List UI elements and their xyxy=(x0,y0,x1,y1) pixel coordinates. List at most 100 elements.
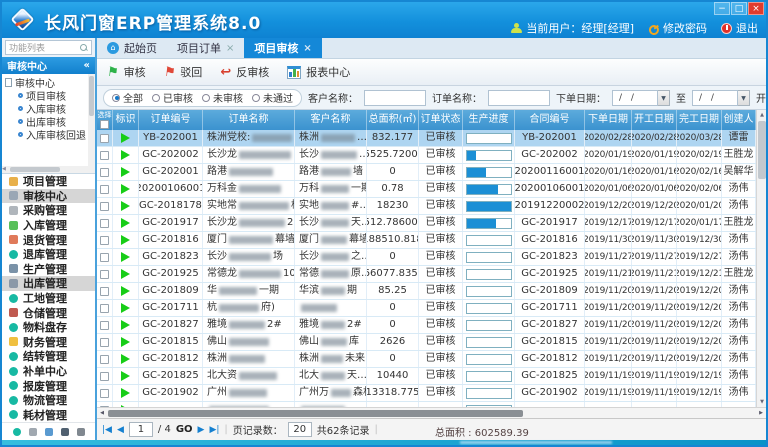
row-checkbox[interactable] xyxy=(100,253,109,262)
tab-home[interactable]: ⌂起始页 xyxy=(97,38,167,58)
logout-button[interactable]: 退出 xyxy=(721,20,758,36)
row-checkbox[interactable] xyxy=(100,372,109,381)
sidebar-module-1[interactable]: 审核中心 xyxy=(2,189,95,204)
row-checkbox[interactable] xyxy=(100,287,109,296)
first-page-button[interactable]: |◀ xyxy=(102,425,112,435)
reject-button[interactable]: ⚑驳回 xyxy=(164,64,203,80)
sidebar-module-16[interactable]: 耗材管理 xyxy=(2,408,95,423)
sidebar-module-6[interactable]: 生产管理 xyxy=(2,262,95,277)
table-row[interactable]: GC-201711杭府)0已审核GC-2017112019/11/202019/… xyxy=(97,300,756,317)
tab-project-order[interactable]: 项目订单× xyxy=(167,38,244,58)
row-checkbox[interactable] xyxy=(100,185,109,194)
table-row[interactable]: GC-201825北大资北大天…10440已审核GC-2018252019/11… xyxy=(97,368,756,385)
column-header-6[interactable]: 订单状态 xyxy=(419,110,463,130)
sidebar-module-15[interactable]: 物流管理 xyxy=(2,393,95,408)
tree-vertical-scrollbar[interactable] xyxy=(88,74,95,173)
scroll-right-icon[interactable]: ▶ xyxy=(756,408,766,418)
table-row[interactable]: GC-201902广州广州万森林13318.775已审核GC-201902201… xyxy=(97,385,756,402)
pen-icon[interactable] xyxy=(45,428,53,436)
sidebar-module-11[interactable]: 财务管理 xyxy=(2,335,95,350)
tree-item-3[interactable]: 入库审核回退 xyxy=(5,128,87,141)
table-row[interactable]: GC-202001路港路港墙0已审核202001160012020/01/162… xyxy=(97,164,756,181)
vertical-scroll-thumb[interactable] xyxy=(758,121,766,179)
row-checkbox[interactable] xyxy=(100,270,109,279)
row-checkbox[interactable] xyxy=(100,219,109,228)
column-header-10[interactable]: 开工日期 xyxy=(632,110,677,130)
table-row[interactable]: GC-201917长沙龙2#长沙天…8512.78600…已审核GC-20191… xyxy=(97,215,756,232)
sidebar-module-7[interactable]: 出库管理 xyxy=(2,276,95,291)
sidebar-panel-header[interactable]: 审核中心 « xyxy=(2,57,95,74)
table-row[interactable]: GC-201812株洲株洲未来0已审核GC-2018122019/11/2020… xyxy=(97,351,756,368)
column-header-8[interactable]: 合同编号 xyxy=(515,110,585,130)
next-page-button[interactable]: ▶ xyxy=(198,425,205,435)
scroll-left-icon[interactable]: ◀ xyxy=(97,408,107,418)
customer-name-input[interactable] xyxy=(364,90,426,106)
row-checkbox[interactable] xyxy=(100,304,109,313)
tree-horizontal-scrollbar[interactable]: ◀ xyxy=(2,166,90,173)
column-header-7[interactable]: 生产进度 xyxy=(463,110,515,130)
unaudit-button[interactable]: ↩反审核 xyxy=(220,64,269,80)
minimize-button[interactable]: − xyxy=(714,2,730,15)
page-number-input[interactable]: 1 xyxy=(129,422,153,437)
person-icon[interactable] xyxy=(61,428,69,436)
circle-icon[interactable] xyxy=(13,428,21,436)
table-row[interactable]: GC-201827雅境2#雅境2#0已审核GC-2018272019/11/20… xyxy=(97,317,756,334)
sidebar-module-8[interactable]: 工地管理 xyxy=(2,291,95,306)
column-header-11[interactable]: 完工日期 xyxy=(677,110,722,130)
order-name-input[interactable] xyxy=(488,90,550,106)
row-checkbox[interactable] xyxy=(100,134,109,143)
change-password-button[interactable]: 修改密码 xyxy=(648,20,707,36)
more-icon[interactable] xyxy=(77,428,85,436)
row-checkbox[interactable] xyxy=(100,389,109,398)
close-icon[interactable]: × xyxy=(303,43,311,54)
radio-2[interactable]: 未审核 xyxy=(202,90,243,105)
table-row[interactable]: YB-202001株洲党校:株洲…832.177已审核YB-2020012020… xyxy=(97,130,756,147)
sidebar-module-5[interactable]: 退库管理 xyxy=(2,247,95,262)
maximize-button[interactable]: □ xyxy=(731,2,747,15)
row-checkbox[interactable] xyxy=(100,338,109,347)
report-center-button[interactable]: 报表中心 xyxy=(287,64,350,80)
column-header-12[interactable]: 创建人 xyxy=(722,110,756,130)
column-header-5[interactable]: 总面积(㎡) xyxy=(367,110,419,130)
row-checkbox[interactable] xyxy=(100,355,109,364)
last-page-button[interactable]: ▶| xyxy=(209,425,219,435)
sidebar-module-9[interactable]: 仓储管理 xyxy=(2,305,95,320)
row-checkbox[interactable] xyxy=(100,168,109,177)
search-input[interactable]: 功能列表 xyxy=(5,40,92,55)
column-header-4[interactable]: 客户名称 xyxy=(295,110,367,130)
cart-icon[interactable] xyxy=(29,428,37,436)
sidebar-module-3[interactable]: 入库管理 xyxy=(2,218,95,233)
close-icon[interactable]: × xyxy=(226,43,234,54)
collapse-icon[interactable]: « xyxy=(84,60,90,71)
table-row[interactable]: GC-201815佛山佛山库2626已审核GC-2018152019/11/20… xyxy=(97,334,756,351)
sidebar-module-2[interactable]: 采购管理 xyxy=(2,203,95,218)
page-size-input[interactable]: 20 xyxy=(288,422,312,437)
column-header-1[interactable]: 标识 xyxy=(113,110,139,130)
row-checkbox[interactable] xyxy=(100,202,109,211)
row-checkbox[interactable] xyxy=(100,321,109,330)
scroll-up-icon[interactable]: ▲ xyxy=(757,112,767,118)
radio-0[interactable]: 全部 xyxy=(112,90,143,105)
column-header-2[interactable]: 订单编号 xyxy=(139,110,203,130)
horizontal-scroll-thumb[interactable] xyxy=(108,410,523,417)
prev-page-button[interactable]: ◀ xyxy=(117,425,124,435)
row-checkbox[interactable] xyxy=(100,236,109,245)
table-row[interactable]: GC-201809华一期华滨期85.25已审核GC-2018092019/11/… xyxy=(97,283,756,300)
table-row[interactable]: GC-202002长沙龙长沙…65525.7200…已审核GC-20200220… xyxy=(97,147,756,164)
sidebar-module-14[interactable]: 报废管理 xyxy=(2,378,95,393)
audit-button[interactable]: ⚑审核 xyxy=(107,64,146,80)
table-row[interactable]: 20200106001万科金万科一期0.78已审核202001060012020… xyxy=(97,181,756,198)
tab-project-audit[interactable]: 项目审核× xyxy=(244,38,321,58)
vertical-scrollbar[interactable]: ▲ ▼ xyxy=(756,110,766,407)
close-button[interactable]: × xyxy=(748,2,764,15)
chevron-down-icon[interactable]: ▼ xyxy=(658,90,670,106)
go-button[interactable]: GO xyxy=(176,424,193,435)
table-row[interactable]: GC-201823长沙场长沙之…0已审核GC-2018232019/11/272… xyxy=(97,249,756,266)
scroll-down-icon[interactable]: ▼ xyxy=(757,399,767,405)
horizontal-scrollbar[interactable]: ◀ ▶ xyxy=(97,407,766,418)
order-date-from-input[interactable]: / / xyxy=(612,90,658,106)
sidebar-module-0[interactable]: 项目管理 xyxy=(2,174,95,189)
radio-3[interactable]: 未通过 xyxy=(252,90,293,105)
row-checkbox[interactable] xyxy=(100,151,109,160)
chevron-down-icon[interactable]: ▼ xyxy=(738,90,750,106)
